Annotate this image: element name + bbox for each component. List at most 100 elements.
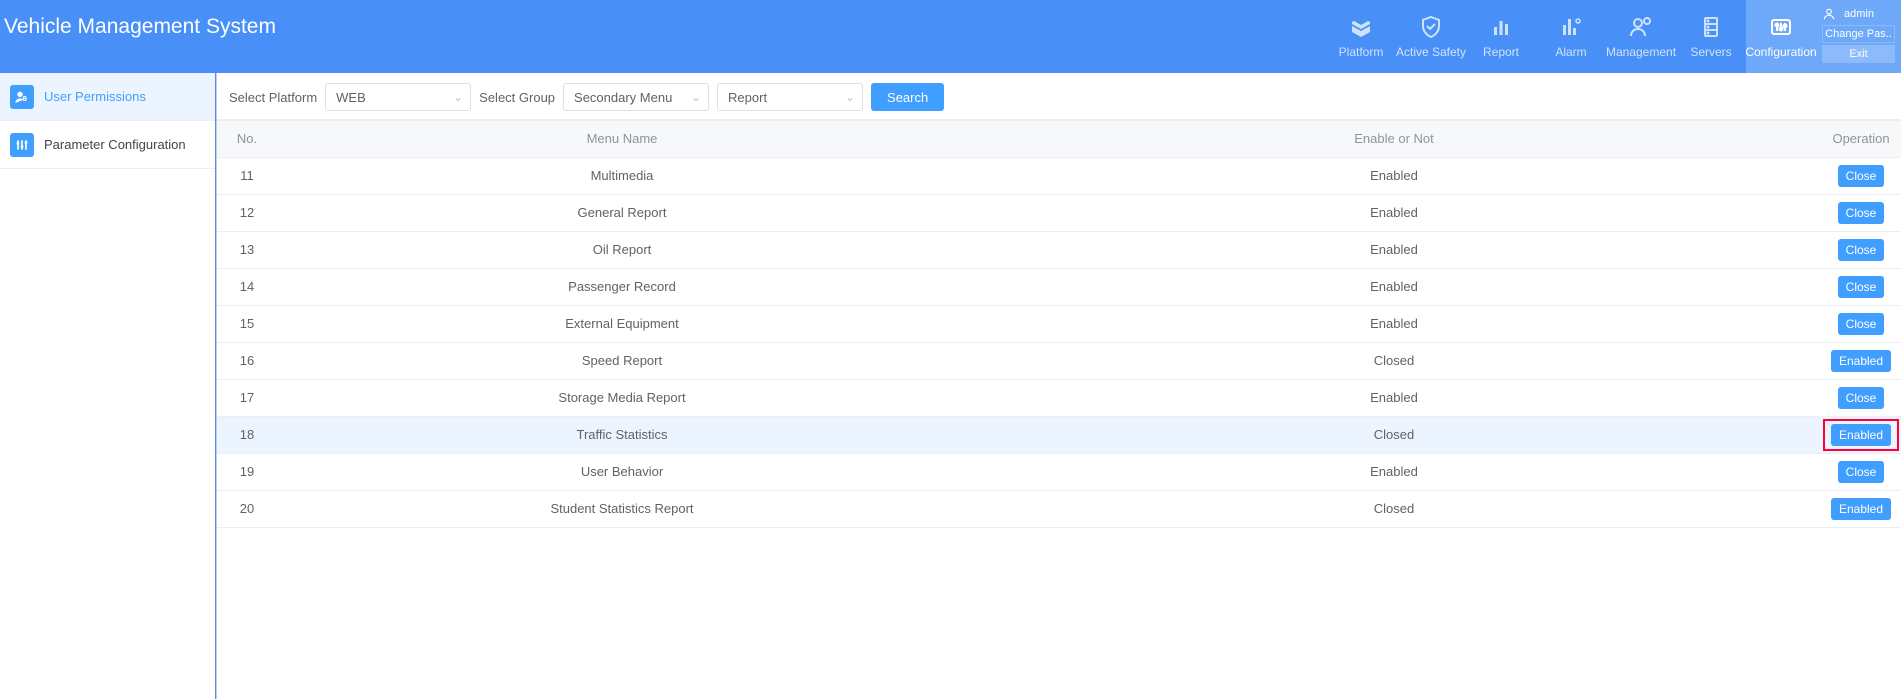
col-op: Operation xyxy=(1821,121,1901,157)
cell-no: 20 xyxy=(217,490,277,527)
exit-button[interactable]: Exit xyxy=(1822,45,1895,63)
enabled-button[interactable]: Enabled xyxy=(1831,498,1891,520)
table-row: 17Storage Media ReportEnabled Close xyxy=(217,379,1901,416)
sidebar-item-user-permissions[interactable]: User Permissions xyxy=(0,73,215,121)
nav-management[interactable]: Management xyxy=(1606,0,1676,73)
sidebar-item-parameter-configuration[interactable]: Parameter Configuration xyxy=(0,121,215,169)
select-third[interactable]: ⌄ xyxy=(717,83,863,111)
col-no: No. xyxy=(217,121,277,157)
table-row: 14Passenger RecordEnabled Close xyxy=(217,268,1901,305)
top-nav: Platform Active Safety Report Alarm Manageme… xyxy=(1326,0,1816,73)
sidebar: User Permissions Parameter Configuration xyxy=(0,73,216,699)
nav-report[interactable]: Report xyxy=(1466,0,1536,73)
filter-bar: Select Platform ⌄ Select Group ⌄ ⌄ Searc… xyxy=(217,73,1901,121)
table-row: 18Traffic StatisticsClosed Enabled xyxy=(217,416,1901,453)
nav-label: Report xyxy=(1483,45,1519,59)
parameter-configuration-icon xyxy=(10,133,34,157)
close-button[interactable]: Close xyxy=(1838,387,1885,409)
cell-op: Close xyxy=(1821,453,1901,490)
close-button[interactable]: Close xyxy=(1838,276,1885,298)
nav-label: Platform xyxy=(1339,45,1384,59)
permissions-table: No. Menu Name Enable or Not Operation 11… xyxy=(217,121,1901,528)
user-panel: admin Change Pas.. Exit xyxy=(1816,0,1901,73)
search-button[interactable]: Search xyxy=(871,83,944,111)
cell-enable: Enabled xyxy=(967,379,1821,416)
col-enable: Enable or Not xyxy=(967,121,1821,157)
close-button[interactable]: Close xyxy=(1838,461,1885,483)
select-platform-input[interactable] xyxy=(325,83,471,111)
nav-alarm[interactable]: Alarm xyxy=(1536,0,1606,73)
change-password-button[interactable]: Change Pas.. xyxy=(1822,25,1895,43)
cell-no: 17 xyxy=(217,379,277,416)
cell-menu: Traffic Statistics xyxy=(277,416,967,453)
cell-menu: Speed Report xyxy=(277,342,967,379)
col-menu: Menu Name xyxy=(277,121,967,157)
cell-enable: Closed xyxy=(967,416,1821,453)
cell-op: Close xyxy=(1821,194,1901,231)
nav-label: Configuration xyxy=(1745,45,1816,59)
cell-op: Enabled xyxy=(1821,342,1901,379)
cell-enable: Enabled xyxy=(967,453,1821,490)
table-header-row: No. Menu Name Enable or Not Operation xyxy=(217,121,1901,157)
cell-enable: Closed xyxy=(967,490,1821,527)
cell-menu: Passenger Record xyxy=(277,268,967,305)
table-row: 11MultimediaEnabled Close xyxy=(217,157,1901,194)
close-button[interactable]: Close xyxy=(1838,202,1885,224)
enabled-button[interactable]: Enabled xyxy=(1831,350,1891,372)
nav-label: Alarm xyxy=(1555,45,1586,59)
cell-enable: Enabled xyxy=(967,305,1821,342)
cell-op: Close xyxy=(1821,268,1901,305)
close-button[interactable]: Close xyxy=(1838,313,1885,335)
alarm-icon xyxy=(1559,15,1583,39)
cell-no: 12 xyxy=(217,194,277,231)
cell-enable: Closed xyxy=(967,342,1821,379)
servers-icon xyxy=(1699,15,1723,39)
report-icon xyxy=(1489,15,1513,39)
nav-platform[interactable]: Platform xyxy=(1326,0,1396,73)
cell-enable: Enabled xyxy=(967,194,1821,231)
cell-op: Close xyxy=(1821,379,1901,416)
cell-menu: Student Statistics Report xyxy=(277,490,967,527)
user-info: admin xyxy=(1822,5,1895,23)
cell-no: 15 xyxy=(217,305,277,342)
nav-active-safety[interactable]: Active Safety xyxy=(1396,0,1466,73)
cell-op: Close xyxy=(1821,305,1901,342)
body: User PermissionsParameter Configuration … xyxy=(0,73,1901,699)
table-row: 12General ReportEnabledClose xyxy=(217,194,1901,231)
cell-menu: Multimedia xyxy=(277,157,967,194)
sidebar-item-label: User Permissions xyxy=(44,89,146,104)
table-row: 19User BehaviorEnabledClose xyxy=(217,453,1901,490)
cell-enable: Enabled xyxy=(967,157,1821,194)
close-button[interactable]: Close xyxy=(1838,165,1885,187)
select-group-input[interactable] xyxy=(563,83,709,111)
nav-label: Servers xyxy=(1690,45,1731,59)
configuration-icon xyxy=(1769,15,1793,39)
enabled-button[interactable]: Enabled xyxy=(1831,424,1891,446)
cell-op: Enabled xyxy=(1821,416,1901,453)
nav-label: Active Safety xyxy=(1396,45,1466,59)
cell-enable: Enabled xyxy=(967,268,1821,305)
app-title: Vehicle Management System xyxy=(0,0,276,73)
cell-no: 18 xyxy=(217,416,277,453)
user-permissions-icon xyxy=(10,85,34,109)
cell-menu: Storage Media Report xyxy=(277,379,967,416)
select-platform[interactable]: ⌄ xyxy=(325,83,471,111)
cell-menu: External Equipment xyxy=(277,305,967,342)
cell-enable: Enabled xyxy=(967,231,1821,268)
cell-no: 14 xyxy=(217,268,277,305)
select-platform-label: Select Platform xyxy=(229,90,317,105)
sidebar-item-label: Parameter Configuration xyxy=(44,137,186,152)
active-safety-icon xyxy=(1419,15,1443,39)
cell-no: 11 xyxy=(217,157,277,194)
nav-configuration[interactable]: Configuration xyxy=(1746,0,1816,73)
table-row: 13Oil ReportEnabledClose xyxy=(217,231,1901,268)
close-button[interactable]: Close xyxy=(1838,239,1885,261)
select-third-input[interactable] xyxy=(717,83,863,111)
nav-servers[interactable]: Servers xyxy=(1676,0,1746,73)
select-group[interactable]: ⌄ xyxy=(563,83,709,111)
cell-op: Enabled xyxy=(1821,490,1901,527)
cell-op: Close xyxy=(1821,231,1901,268)
cell-no: 16 xyxy=(217,342,277,379)
user-name: admin xyxy=(1844,8,1874,20)
cell-no: 13 xyxy=(217,231,277,268)
